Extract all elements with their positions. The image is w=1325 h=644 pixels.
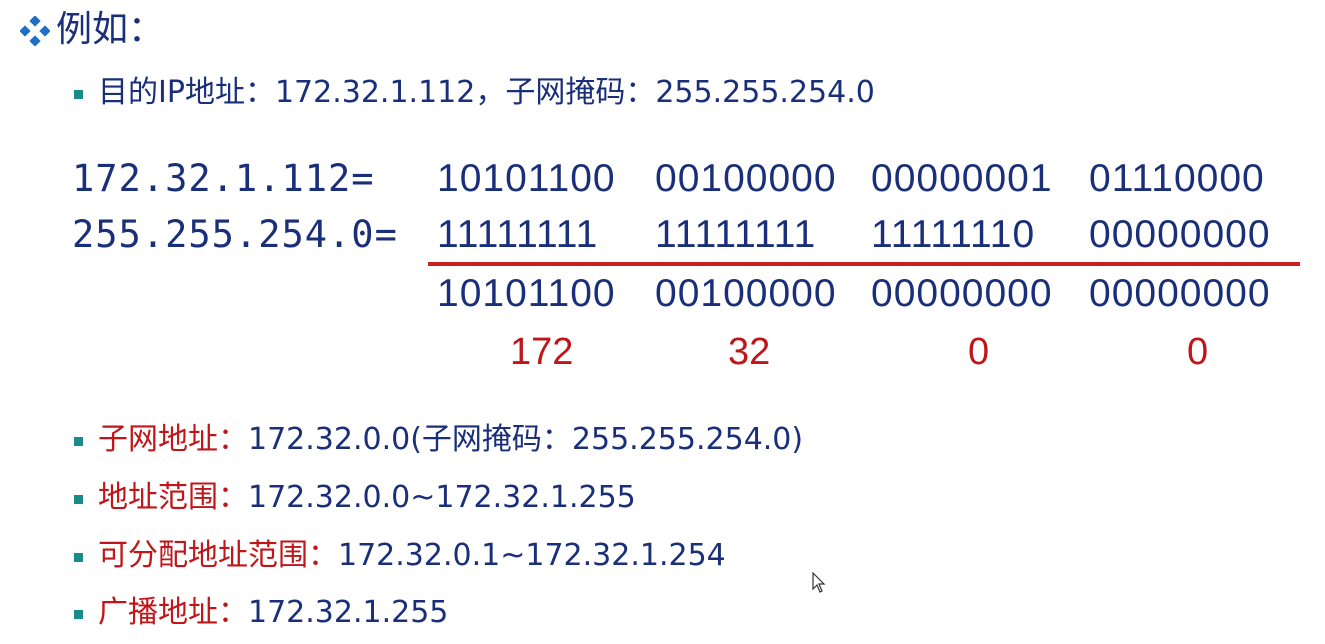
square-bullet-icon [74,553,83,562]
result-dec-2: 32 [728,331,771,373]
and-rule-line [428,262,1300,266]
assignable-range-value: 172.32.0.1~172.32.1.254 [338,538,726,573]
intro-line: 目的IP地址：172.32.1.112，子网掩码：255.255.254.0 [98,74,875,112]
intro-mask: 255.255.254.0 [655,75,875,110]
mask-octet-1: 11111111 [437,213,599,256]
address-range-line: 地址范围：172.32.0.0~172.32.1.255 [98,479,636,517]
address-range-value: 172.32.0.0~172.32.1.255 [248,480,636,515]
square-bullet-icon [74,90,83,99]
subnet-address-value: 172.32.0.0(子网掩码：255.255.254.0) [248,422,804,457]
ip-octet-2: 00100000 [655,157,837,200]
mouse-cursor-icon [812,572,826,593]
square-bullet-icon [74,495,83,504]
result-octet-2: 00100000 [655,272,837,315]
ip-octet-1: 10101100 [437,157,616,200]
result-dec-3: 0 [968,331,990,373]
diamond-bullet-icon [20,16,50,46]
heading: 例如： [56,9,165,50]
ip-label: 172.32.1.112= [72,157,375,200]
subnet-address-label: 子网地址： [98,422,248,457]
result-octet-1: 10101100 [437,272,616,315]
ip-octet-3: 00000001 [871,157,1053,200]
mask-octet-4: 00000000 [1089,213,1271,256]
assignable-range-label: 可分配地址范围： [98,538,338,573]
intro-label: 目的IP地址： [98,75,275,110]
square-bullet-icon [74,437,83,446]
broadcast-address-label: 广播地址： [98,595,248,630]
mask-octet-3: 11111110 [871,213,1036,256]
intro-sep: ， [475,75,506,110]
result-dec-1: 172 [510,331,574,373]
ip-octet-4: 01110000 [1089,157,1265,200]
mask-octet-2: 11111111 [655,213,817,256]
address-range-label: 地址范围： [98,480,248,515]
result-dec-4: 0 [1187,331,1209,373]
broadcast-address-line: 广播地址：172.32.1.255 [98,594,448,632]
intro-ip: 172.32.1.112 [274,75,476,110]
square-bullet-icon [74,610,83,619]
broadcast-address-value: 172.32.1.255 [248,595,449,630]
mask-label: 255.255.254.0= [72,213,398,256]
subnet-address-line: 子网地址：172.32.0.0(子网掩码：255.255.254.0) [98,421,803,459]
result-octet-3: 00000000 [871,272,1053,315]
intro-mask-label: 子网掩码： [505,75,656,110]
result-octet-4: 00000000 [1089,272,1271,315]
assignable-range-line: 可分配地址范围：172.32.0.1~172.32.1.254 [98,537,726,575]
